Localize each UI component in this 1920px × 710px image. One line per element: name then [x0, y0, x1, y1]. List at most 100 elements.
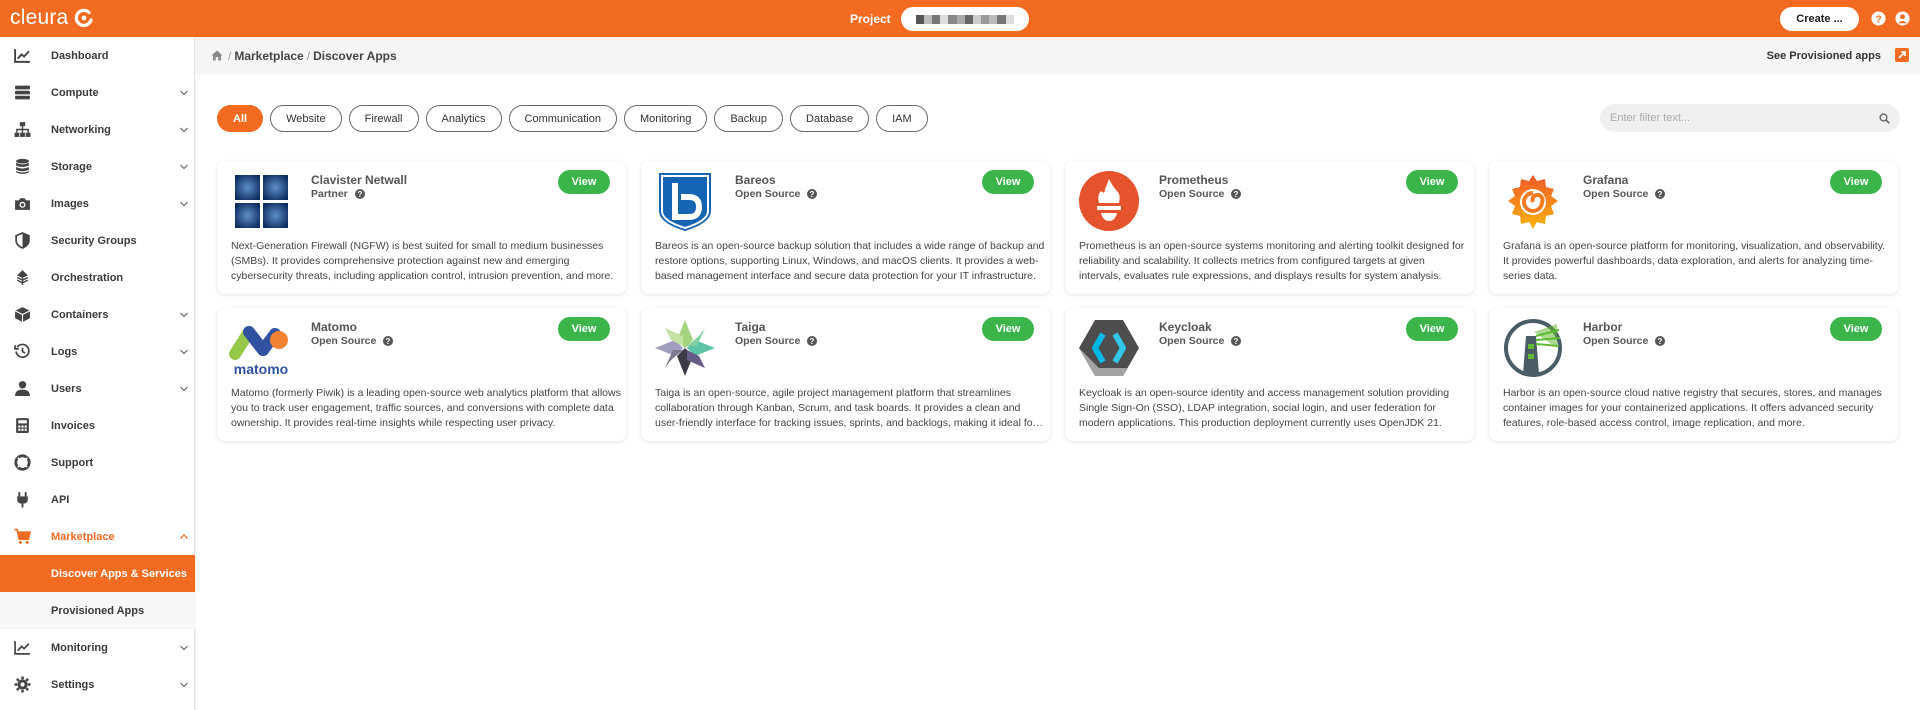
project-dropdown[interactable] [900, 7, 1029, 31]
user-circle-icon[interactable] [1895, 11, 1910, 26]
breadcrumb-marketplace[interactable]: Marketplace [234, 49, 303, 63]
sidebar-subitem-provisioned-apps[interactable]: Provisioned Apps [0, 592, 195, 629]
app-type: Open Source ? [735, 335, 818, 347]
filter-search [1600, 104, 1900, 132]
filter-monitoring[interactable]: Monitoring [623, 105, 708, 132]
filter-communication[interactable]: Communication [508, 105, 617, 132]
sidebar-item-monitoring[interactable]: Monitoring [0, 629, 195, 666]
home-icon[interactable] [211, 50, 223, 61]
filter-website[interactable]: Website [270, 105, 342, 132]
sidebar-item-security-groups[interactable]: Security Groups [0, 222, 195, 259]
svg-text:matomo: matomo [234, 361, 288, 377]
search-icon[interactable] [1879, 113, 1890, 124]
chevron-down-icon [180, 645, 188, 650]
chevron-down-icon [180, 682, 188, 687]
view-button[interactable]: View [558, 317, 610, 341]
view-button[interactable]: View [1406, 317, 1458, 341]
sidebar-item-images[interactable]: Images [0, 185, 195, 222]
app-card-prometheus: Prometheus Open Source ? View Prometheus… [1065, 161, 1474, 294]
top-bar: cleura Project Create ... ? [0, 0, 1920, 37]
sidebar-item-marketplace[interactable]: Marketplace [0, 518, 195, 555]
svg-text:?: ? [1658, 337, 1663, 346]
create-button[interactable]: Create ... [1780, 7, 1859, 31]
harbor-logo [1504, 319, 1562, 377]
sidebar-subitem-discover-apps[interactable]: Discover Apps & Services [0, 555, 195, 592]
app-description: Grafana is an open-source platform for m… [1503, 240, 1886, 282]
app-card-clavister: Clavister Netwall Partner ? View Next-Ge… [217, 161, 626, 294]
sidebar-item-users[interactable]: Users [0, 370, 195, 407]
cleura-logo-icon [75, 8, 94, 27]
chevron-down-icon [180, 349, 188, 354]
external-link-icon[interactable] [1895, 48, 1909, 62]
sidebar-item-compute[interactable]: Compute [0, 74, 195, 111]
app-card-taiga: Taiga Open Source ? View Taiga is an ope… [641, 308, 1050, 441]
keycloak-logo [1079, 320, 1139, 376]
filter-analytics[interactable]: Analytics [425, 105, 502, 132]
help-circle-icon[interactable]: ? [1871, 11, 1886, 26]
app-description: Matomo (formerly Piwik) is a leading ope… [231, 387, 621, 429]
filter-all[interactable]: All [217, 105, 264, 132]
sidebar-item-invoices[interactable]: Invoices [0, 407, 195, 444]
filter-database[interactable]: Database [790, 105, 870, 132]
svg-text:?: ? [386, 337, 391, 346]
server-icon [15, 85, 30, 100]
filter-firewall[interactable]: Firewall [348, 105, 419, 132]
sidebar-item-containers[interactable]: Containers [0, 296, 195, 333]
sidebar-item-networking[interactable]: Networking [0, 111, 195, 148]
sidebar-item-settings[interactable]: Settings [0, 666, 195, 703]
prometheus-logo [1079, 171, 1139, 231]
view-button[interactable]: View [1830, 170, 1882, 194]
filter-text-input[interactable] [1610, 104, 1870, 132]
app-description: Prometheus is an open-source systems mon… [1079, 240, 1465, 282]
taiga-logo [655, 320, 715, 376]
app-type: Open Source ? [1583, 188, 1666, 200]
sidebar-item-orchestration[interactable]: Orchestration [0, 259, 195, 296]
question-circle-icon[interactable]: ? [807, 336, 818, 346]
database-icon [16, 158, 29, 174]
view-button[interactable]: View [558, 170, 610, 194]
svg-text:?: ? [810, 190, 815, 199]
plug-icon [17, 492, 28, 508]
view-button[interactable]: View [1830, 317, 1882, 341]
project-label: Project [850, 12, 891, 26]
sidebar-item-storage[interactable]: Storage [0, 148, 195, 185]
shield-icon [15, 232, 30, 249]
view-button[interactable]: View [982, 170, 1034, 194]
question-circle-icon[interactable]: ? [354, 189, 365, 199]
calculator-icon [16, 418, 29, 433]
see-provisioned-apps-link[interactable]: See Provisioned apps [1767, 50, 1881, 62]
filter-iam[interactable]: IAM [876, 105, 928, 132]
question-circle-icon[interactable]: ? [1231, 189, 1242, 199]
view-button[interactable]: View [1406, 170, 1458, 194]
view-button[interactable]: View [982, 317, 1034, 341]
breadcrumb-current: Discover Apps [313, 49, 397, 63]
app-card-matomo: matomo Matomo Open Source ? View Matomo … [217, 308, 626, 441]
question-circle-icon[interactable]: ? [1655, 189, 1666, 199]
app-name: Keycloak [1159, 320, 1212, 334]
app-name: Bareos [735, 173, 776, 187]
app-name: Prometheus [1159, 173, 1229, 187]
app-card-bareos: Bareos Open Source ? View Bareos is an o… [641, 161, 1050, 294]
question-circle-icon[interactable]: ? [807, 189, 818, 199]
breadcrumb-bar: / Marketplace / Discover Apps See Provision… [196, 37, 1920, 75]
app-type: Partner ? [311, 188, 365, 200]
chevron-down-icon [180, 386, 188, 391]
filter-backup[interactable]: Backup [714, 105, 784, 132]
sidebar-item-support[interactable]: Support [0, 444, 195, 481]
category-filters: All Website Firewall Analytics Communica… [217, 105, 935, 132]
app-card-grafana: Grafana Open Source ? View Grafana is an… [1489, 161, 1898, 294]
network-icon [14, 122, 31, 137]
cart-icon [14, 528, 31, 544]
sidebar-item-api[interactable]: API [0, 481, 195, 518]
history-icon [14, 343, 30, 358]
sidebar-item-dashboard[interactable]: Dashboard [0, 37, 195, 74]
question-circle-icon[interactable]: ? [1655, 336, 1666, 346]
breadcrumb: / Marketplace / Discover Apps [228, 49, 397, 63]
svg-text:?: ? [1234, 337, 1239, 346]
app-name: Grafana [1583, 173, 1629, 187]
bareos-logo [659, 173, 711, 231]
question-circle-icon[interactable]: ? [383, 336, 394, 346]
sidebar-item-logs[interactable]: Logs [0, 333, 195, 370]
question-circle-icon[interactable]: ? [1231, 336, 1242, 346]
cleura-logo[interactable]: cleura [10, 6, 94, 30]
